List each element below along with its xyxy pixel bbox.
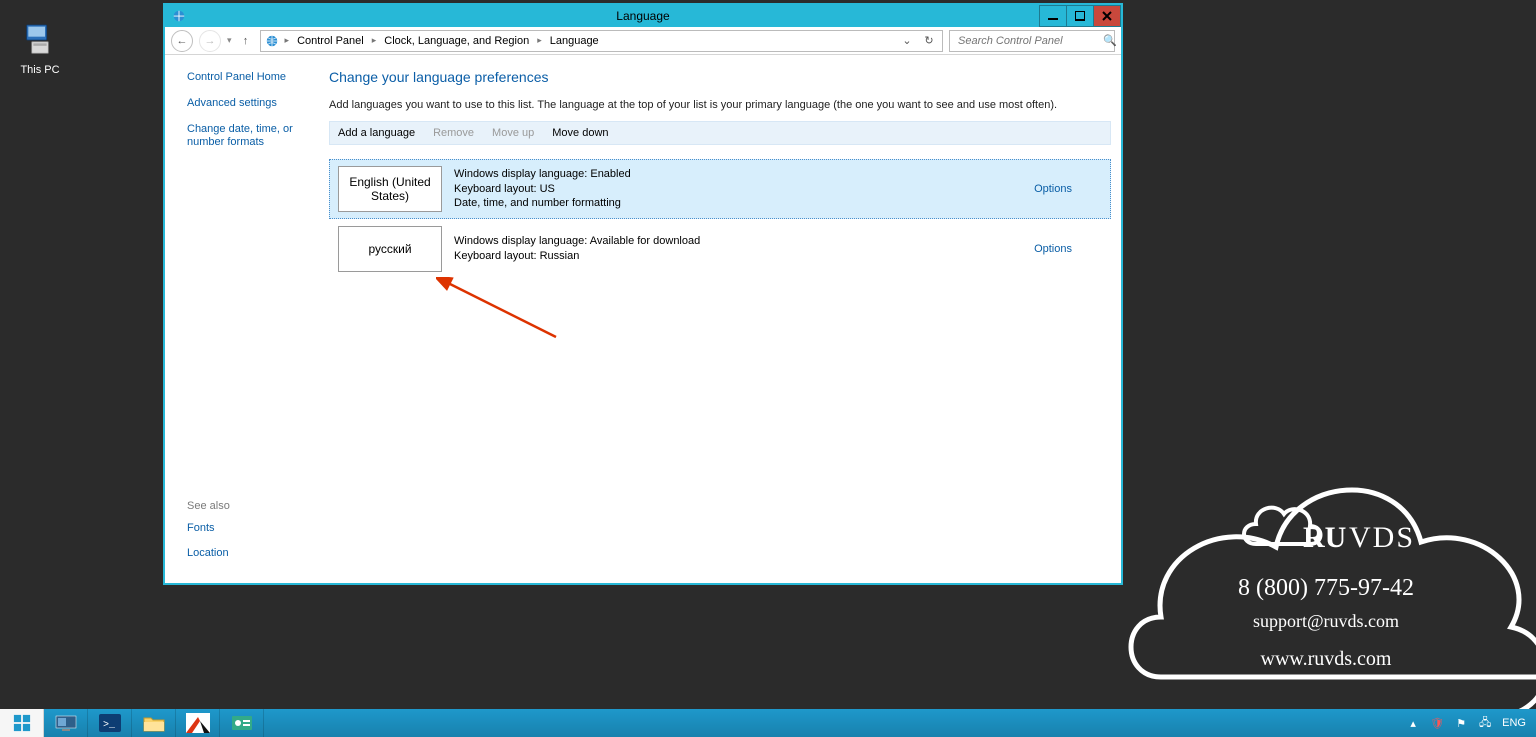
taskbar-kaspersky[interactable] (176, 709, 220, 737)
search-box[interactable]: 🔍 (949, 30, 1115, 52)
sidebar-home[interactable]: Control Panel Home (187, 71, 317, 85)
language-window: Language ← → ▾ ↑ ▸ Control Panel ▸ Clock… (163, 3, 1123, 585)
tray-network-icon[interactable]: 🖧 (1478, 716, 1492, 730)
language-info: Windows display language: Enabled Keyboa… (454, 167, 1034, 212)
see-also-location[interactable]: Location (187, 547, 327, 561)
desktop-icon-label: This PC (20, 64, 59, 76)
tray-flag-icon[interactable]: ⚑ (1454, 716, 1468, 730)
search-icon[interactable]: 🔍 (1103, 34, 1117, 47)
nav-row: ← → ▾ ↑ ▸ Control Panel ▸ Clock, Languag… (165, 27, 1121, 55)
command-bar: Add a language Remove Move up Move down (329, 121, 1111, 145)
minimize-button[interactable] (1039, 5, 1067, 27)
language-options-link[interactable]: Options (1034, 243, 1072, 255)
language-options-link[interactable]: Options (1034, 183, 1072, 195)
svg-text:VDS: VDS (1349, 521, 1415, 554)
taskbar-control-panel[interactable] (220, 709, 264, 737)
lang-line: Keyboard layout: Russian (454, 249, 1034, 264)
chevron-right-icon: ▸ (283, 35, 292, 46)
window-title: Language (616, 9, 669, 23)
svg-text:8 (800) 775-97-42: 8 (800) 775-97-42 (1238, 575, 1414, 601)
taskbar-explorer[interactable] (132, 709, 176, 737)
lang-line: Windows display language: Enabled (454, 167, 1034, 182)
language-list: English (United States) Windows display … (329, 159, 1111, 279)
see-also: See also Fonts Location (187, 500, 327, 574)
cmd-move-up[interactable]: Move up (492, 127, 534, 139)
chevron-right-icon: ▸ (370, 35, 379, 46)
lang-line: Keyboard layout: US (454, 182, 1034, 197)
language-row-russian[interactable]: русский Windows display language: Availa… (329, 219, 1111, 279)
svg-text:support@ruvds.com: support@ruvds.com (1253, 611, 1399, 631)
address-dropdown-icon[interactable]: ⌄ (898, 31, 916, 51)
refresh-icon[interactable]: ↻ (920, 31, 938, 51)
breadcrumb-clock-lang[interactable]: Clock, Language, and Region (382, 34, 531, 48)
address-bar[interactable]: ▸ Control Panel ▸ Clock, Language, and R… (260, 30, 943, 52)
language-info: Windows display language: Available for … (454, 234, 1034, 264)
page-description: Add languages you want to use to this li… (329, 99, 1111, 111)
taskbar-server-manager[interactable] (44, 709, 88, 737)
sidebar-advanced[interactable]: Advanced settings (187, 97, 317, 111)
sidebar-date-formats[interactable]: Change date, time, or number formats (187, 123, 317, 151)
see-also-fonts[interactable]: Fonts (187, 522, 327, 536)
page-title: Change your language preferences (329, 69, 1111, 85)
see-also-header: See also (187, 500, 327, 512)
taskbar-powershell[interactable]: >_ (88, 709, 132, 737)
tray-chevron-up-icon[interactable]: ▴ (1406, 716, 1420, 730)
up-button[interactable]: ↑ (238, 35, 254, 47)
svg-text:>_: >_ (103, 720, 116, 731)
main-panel: Change your language preferences Add lan… (329, 55, 1121, 583)
language-tile: русский (338, 226, 442, 272)
globe-icon (265, 34, 279, 48)
breadcrumb-control-panel[interactable]: Control Panel (295, 34, 366, 48)
desktop-icon-this-pc[interactable]: This PC (5, 20, 75, 76)
back-button[interactable]: ← (171, 30, 193, 52)
svg-text:www.ruvds.com: www.ruvds.com (1261, 648, 1392, 670)
taskbar: >_ ▴ 🛡 ⚑ 🖧 ENG (0, 709, 1536, 737)
recent-dropdown-icon[interactable]: ▾ (227, 35, 232, 46)
forward-button[interactable]: → (199, 30, 221, 52)
close-button[interactable] (1093, 5, 1121, 27)
system-tray: ▴ 🛡 ⚑ 🖧 ENG (1396, 709, 1536, 737)
maximize-button[interactable] (1066, 5, 1094, 27)
search-input[interactable] (956, 34, 1103, 48)
language-tile: English (United States) (338, 166, 442, 212)
lang-line: Date, time, and number formatting (454, 196, 1034, 211)
language-row-english[interactable]: English (United States) Windows display … (329, 159, 1111, 219)
svg-text:RU: RU (1303, 521, 1346, 554)
cmd-add-language[interactable]: Add a language (338, 127, 415, 139)
chevron-right-icon: ▸ (535, 35, 544, 46)
tray-lang-indicator[interactable]: ENG (1502, 717, 1526, 729)
window-icon (165, 9, 193, 23)
tray-security-icon[interactable]: 🛡 (1430, 716, 1444, 730)
titlebar[interactable]: Language (165, 5, 1121, 27)
watermark-cloud: RU VDS 8 (800) 775-97-42 support@ruvds.c… (1111, 427, 1536, 717)
cmd-move-down[interactable]: Move down (552, 127, 608, 139)
lang-line: Windows display language: Available for … (454, 234, 1034, 249)
cmd-remove[interactable]: Remove (433, 127, 474, 139)
breadcrumb-language[interactable]: Language (548, 34, 601, 48)
start-button[interactable] (0, 709, 44, 737)
pc-icon (20, 20, 60, 60)
